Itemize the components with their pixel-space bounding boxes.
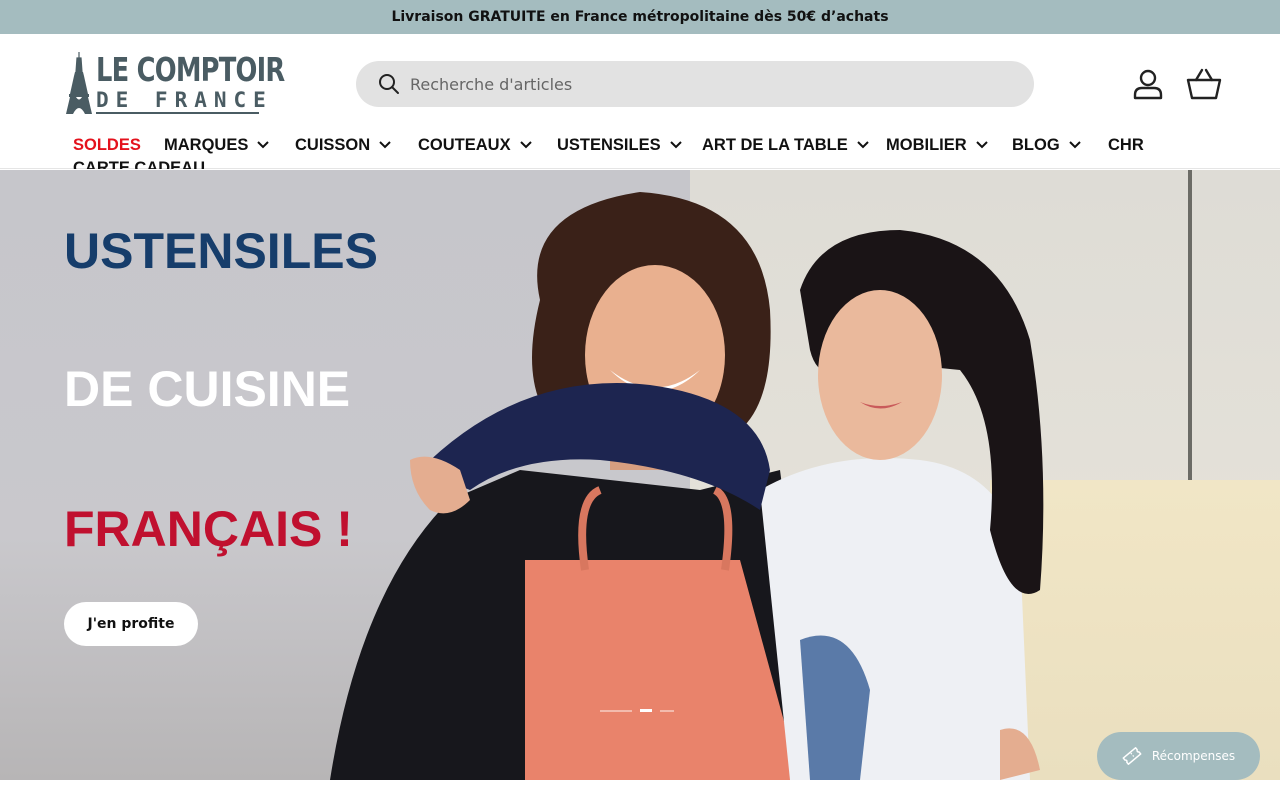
nav-item-label: CHR — [1108, 135, 1144, 154]
rewards-label: Récompenses — [1151, 749, 1236, 763]
chevron-down-icon — [519, 141, 532, 149]
nav-item-label: CARTE CADEAU — [73, 158, 205, 170]
nav-item-label: COUTEAUX — [418, 135, 511, 154]
chevron-down-icon — [257, 141, 270, 149]
nav-item-label: ART DE LA TABLE — [702, 135, 848, 154]
nav-item-art-de-la-table[interactable]: ART DE LA TABLE — [702, 134, 869, 156]
hero-slideshow: USTENSILES DE CUISINE FRANÇAIS ! J'en pr… — [0, 170, 1280, 780]
chevron-down-icon — [379, 141, 391, 149]
site-logo[interactable]: LE COMPTOIR DE FRANCE — [66, 52, 285, 114]
hero-heading-line-3: FRANÇAIS ! — [64, 501, 353, 557]
logo-underline — [96, 112, 259, 114]
user-icon[interactable] — [1132, 68, 1164, 100]
chevron-down-icon — [857, 141, 869, 149]
hero-heading-line-1: USTENSILES — [64, 223, 378, 279]
announcement-text: Livraison GRATUITE en France métropolita… — [391, 9, 889, 25]
main-navigation: SOLDES MARQUES CUISSON COUTEAUX USTENSIL… — [73, 134, 1223, 170]
slide-dot-2[interactable] — [640, 709, 652, 712]
basket-icon[interactable] — [1186, 68, 1222, 100]
slide-dot-1[interactable] — [600, 709, 632, 712]
site-header: LE COMPTOIR DE FRANCE SOLDES MARQUES CUI… — [0, 34, 1280, 169]
chevron-down-icon — [669, 141, 682, 149]
nav-item-label: CUISSON — [295, 135, 371, 154]
search-icon[interactable] — [378, 73, 400, 95]
hero-heading-line-2: DE CUISINE — [64, 361, 351, 417]
hero-cta-button[interactable]: J'en profite — [64, 602, 198, 646]
rewards-launcher-button[interactable]: Récompenses — [1097, 732, 1260, 780]
search-input[interactable] — [410, 64, 990, 104]
logo-text-secondary: DE FRANCE — [96, 88, 273, 112]
nav-item-mobilier[interactable]: MOBILIER — [886, 134, 988, 156]
chevron-down-icon — [975, 141, 988, 149]
nav-item-label: BLOG — [1012, 135, 1060, 154]
nav-item-label: SOLDES — [73, 135, 141, 154]
nav-item-label: MOBILIER — [886, 135, 967, 154]
nav-item-blog[interactable]: BLOG — [1012, 134, 1081, 156]
slide-dot-3[interactable] — [660, 709, 674, 712]
chevron-down-icon — [1068, 141, 1081, 149]
logo-text-primary: LE COMPTOIR — [96, 50, 285, 89]
nav-item-soldes[interactable]: SOLDES — [73, 134, 141, 156]
nav-item-chr[interactable]: CHR — [1108, 134, 1144, 156]
nav-item-label: USTENSILES — [557, 135, 661, 154]
nav-item-couteaux[interactable]: COUTEAUX — [418, 134, 532, 156]
eiffel-tower-icon — [66, 52, 92, 114]
nav-item-label: MARQUES — [164, 135, 249, 154]
nav-item-carte-cadeau[interactable]: CARTE CADEAU — [73, 157, 205, 170]
ticket-icon — [1122, 747, 1142, 765]
nav-item-ustensiles[interactable]: USTENSILES — [557, 134, 682, 156]
slideshow-pagination — [600, 709, 674, 712]
nav-item-cuisson[interactable]: CUISSON — [295, 134, 391, 156]
announcement-bar: Livraison GRATUITE en France métropolita… — [0, 0, 1280, 34]
nav-item-marques[interactable]: MARQUES — [164, 134, 270, 156]
search-bar[interactable] — [356, 61, 1034, 107]
